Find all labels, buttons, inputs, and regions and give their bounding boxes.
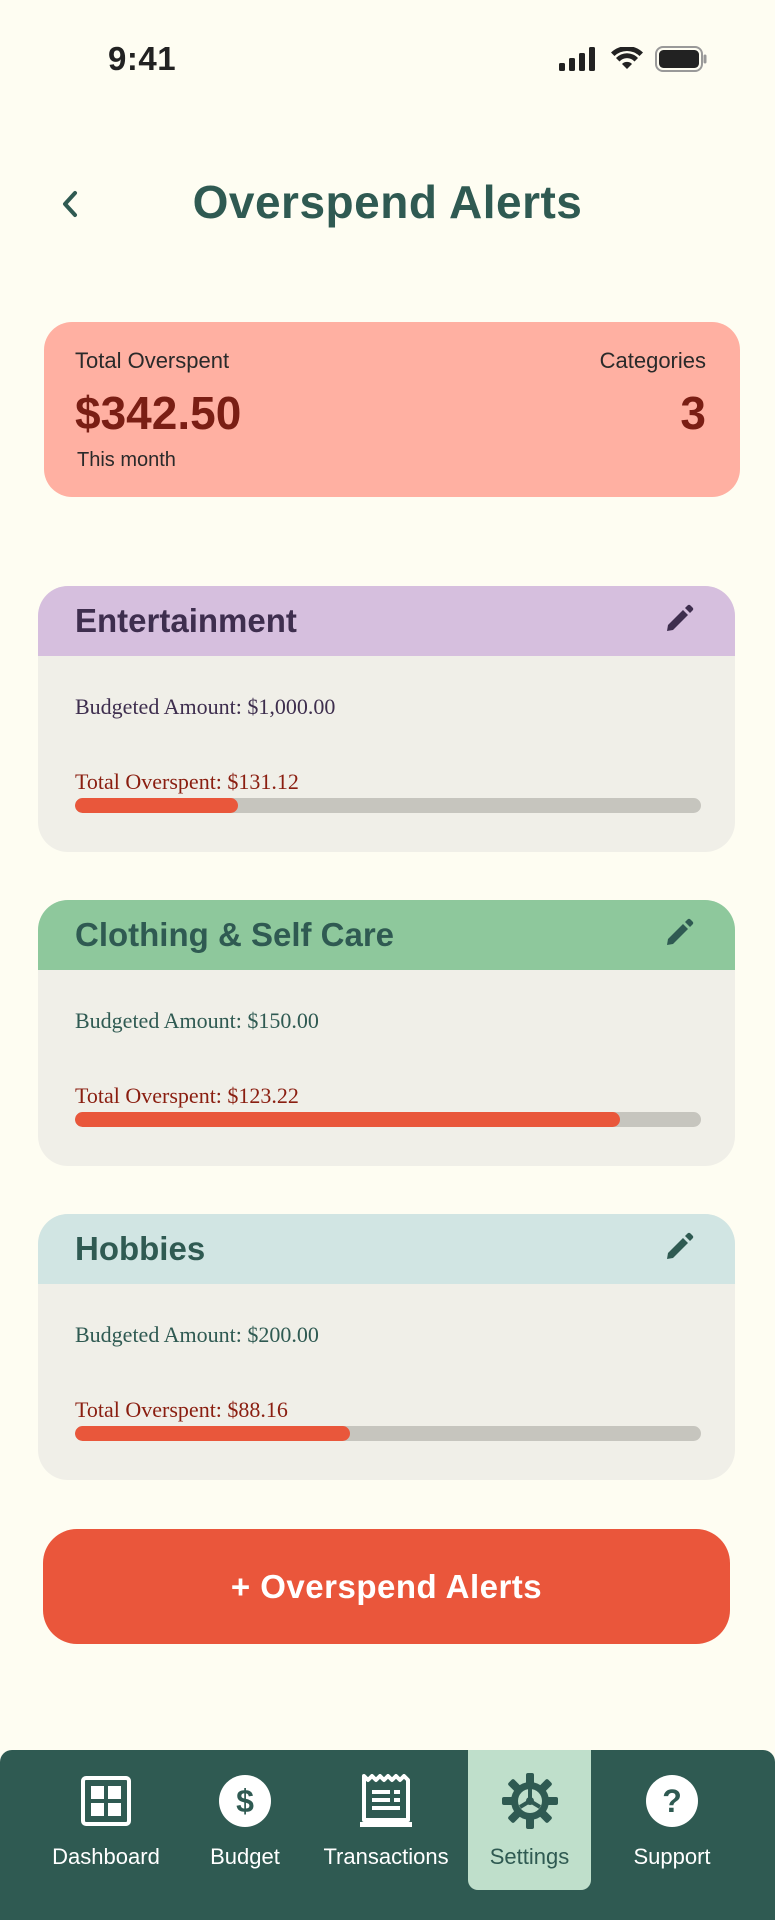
dashboard-icon xyxy=(81,1774,131,1828)
nav-item-transactions[interactable]: Transactions xyxy=(316,1750,456,1890)
category-card-clothing-self-care: Clothing & Self Care Budgeted Amount: $1… xyxy=(38,900,735,1166)
nav-label: Budget xyxy=(210,1844,280,1869)
overspent-amount: Total Overspent: $88.16 xyxy=(75,1397,288,1422)
status-time: 9:41 xyxy=(108,40,177,77)
svg-text:$: $ xyxy=(236,1783,254,1819)
edit-button[interactable] xyxy=(659,915,699,955)
summary-card: Total Overspent $342.50 This month Categ… xyxy=(44,322,740,497)
page-title: Overspend Alerts xyxy=(192,176,583,228)
total-overspent-amount: $342.50 xyxy=(75,387,242,439)
category-card-entertainment: Entertainment Budgeted Amount: $1,000.00… xyxy=(38,586,735,852)
help-icon: ? xyxy=(646,1774,698,1828)
nav-item-settings[interactable]: Settings xyxy=(468,1750,591,1890)
progress-fill xyxy=(75,1426,351,1441)
edit-button[interactable] xyxy=(659,1229,699,1269)
receipt-icon xyxy=(360,1774,412,1828)
status-bar: 9:41 xyxy=(0,0,775,120)
nav-label: Support xyxy=(633,1844,711,1869)
category-header: Entertainment xyxy=(38,586,735,656)
budgeted-amount: Budgeted Amount: $150.00 xyxy=(75,1008,319,1033)
signal-icon xyxy=(559,47,599,76)
nav-item-dashboard[interactable]: Dashboard xyxy=(40,1750,172,1890)
summary-period: This month xyxy=(77,449,176,471)
battery-icon xyxy=(655,46,707,77)
bottom-nav: Dashboard $ Budget Transactions Settings… xyxy=(0,1750,775,1920)
overspent-amount: Total Overspent: $123.22 xyxy=(75,1083,299,1108)
categories-label: Categories xyxy=(599,348,706,373)
gear-icon xyxy=(501,1773,559,1829)
pencil-icon xyxy=(664,604,694,639)
nav-item-budget[interactable]: $ Budget xyxy=(195,1750,295,1890)
budgeted-amount: Budgeted Amount: $1,000.00 xyxy=(75,694,336,719)
nav-label: Transactions xyxy=(323,1844,449,1869)
svg-text:?: ? xyxy=(662,1783,682,1819)
overspend-progress-bar xyxy=(75,798,701,813)
pencil-icon xyxy=(664,918,694,953)
category-header: Clothing & Self Care xyxy=(38,900,735,970)
category-name: Entertainment xyxy=(75,602,297,639)
overspend-progress-bar xyxy=(75,1426,701,1441)
total-overspent-label: Total Overspent xyxy=(75,348,230,373)
status-icons xyxy=(559,46,707,77)
progress-fill xyxy=(75,798,238,813)
category-name: Hobbies xyxy=(75,1230,206,1267)
edit-button[interactable] xyxy=(659,601,699,641)
progress-fill xyxy=(75,1112,620,1127)
pencil-icon xyxy=(664,1232,694,1267)
nav-item-support[interactable]: ? Support xyxy=(622,1750,722,1890)
dollar-icon: $ xyxy=(219,1774,271,1828)
category-card-hobbies: Hobbies Budgeted Amount: $200.00 Total O… xyxy=(38,1214,735,1480)
category-name: Clothing & Self Care xyxy=(75,916,395,953)
categories-count: 3 xyxy=(680,387,706,439)
wifi-icon xyxy=(611,46,643,76)
budgeted-amount: Budgeted Amount: $200.00 xyxy=(75,1322,319,1347)
nav-label: Dashboard xyxy=(52,1844,160,1869)
nav-label: Settings xyxy=(489,1844,570,1869)
add-overspend-alert-button[interactable]: + Overspend Alerts xyxy=(43,1529,730,1644)
overspent-amount: Total Overspent: $131.12 xyxy=(75,769,299,794)
overspend-progress-bar xyxy=(75,1112,701,1127)
category-header: Hobbies xyxy=(38,1214,735,1284)
